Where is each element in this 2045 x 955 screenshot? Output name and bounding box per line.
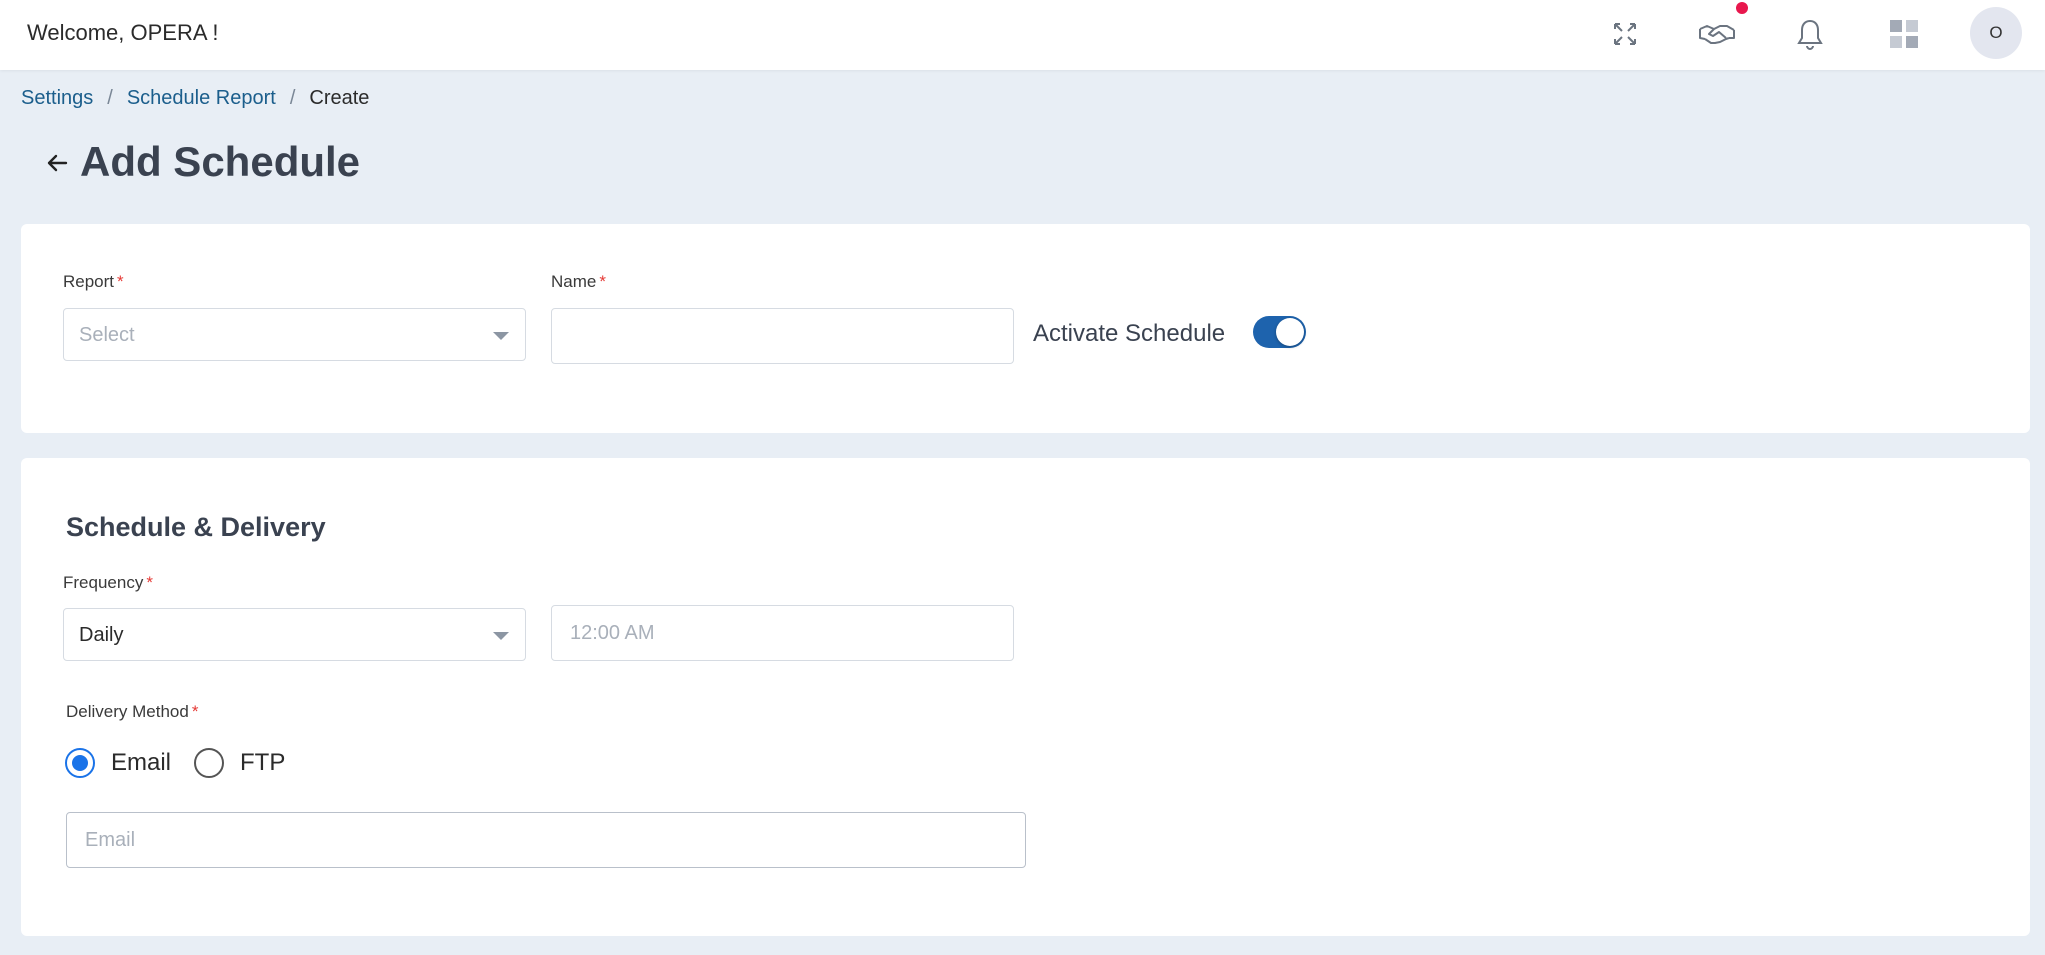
back-arrow-icon[interactable]	[42, 148, 72, 178]
page-title: Add Schedule	[80, 138, 361, 185]
breadcrumb-settings[interactable]: Settings	[21, 87, 93, 110]
top-bar: Welcome, OPERA ! O	[0, 0, 2045, 70]
frequency-label: Frequency *	[63, 573, 153, 592]
breadcrumb-separator: /	[107, 87, 113, 109]
breadcrumb: Settings / Schedule Report / Create	[21, 87, 369, 110]
bell-icon[interactable]	[1790, 14, 1830, 54]
frequency-select[interactable]: Daily	[63, 608, 526, 661]
section-title: Schedule & Delivery	[66, 512, 326, 542]
fullscreen-icon[interactable]	[1605, 14, 1645, 54]
time-input[interactable]	[551, 605, 1014, 661]
welcome-text: Welcome, OPERA !	[27, 20, 219, 45]
avatar[interactable]: O	[1970, 7, 2022, 59]
email-input[interactable]	[66, 812, 1026, 868]
name-label: Name *	[551, 272, 606, 291]
handshake-icon[interactable]	[1697, 14, 1737, 54]
toggle-knob	[1276, 318, 1304, 346]
breadcrumb-schedule-report[interactable]: Schedule Report	[127, 87, 276, 110]
radio-email[interactable]: Email	[65, 748, 171, 778]
notification-dot	[1736, 2, 1748, 14]
name-input[interactable]	[551, 308, 1014, 364]
radio-ftp-circle[interactable]	[194, 748, 224, 778]
activate-schedule-toggle[interactable]	[1253, 316, 1306, 348]
report-label: Report *	[63, 272, 124, 291]
delivery-method-label: Delivery Method *	[66, 702, 199, 721]
breadcrumb-current: Create	[309, 87, 370, 109]
report-select-placeholder: Select	[79, 324, 135, 346]
apps-grid-icon[interactable]	[1884, 14, 1924, 54]
radio-email-circle[interactable]	[65, 748, 95, 778]
radio-ftp-label: FTP	[240, 749, 286, 776]
report-select[interactable]: Select	[63, 308, 526, 361]
chevron-down-icon	[493, 632, 509, 640]
radio-email-label: Email	[111, 749, 172, 776]
chevron-down-icon	[493, 332, 509, 340]
frequency-select-value: Daily	[79, 624, 124, 646]
activate-schedule-label: Activate Schedule	[1033, 320, 1226, 347]
radio-ftp[interactable]: FTP	[194, 748, 285, 778]
breadcrumb-separator: /	[289, 87, 296, 109]
